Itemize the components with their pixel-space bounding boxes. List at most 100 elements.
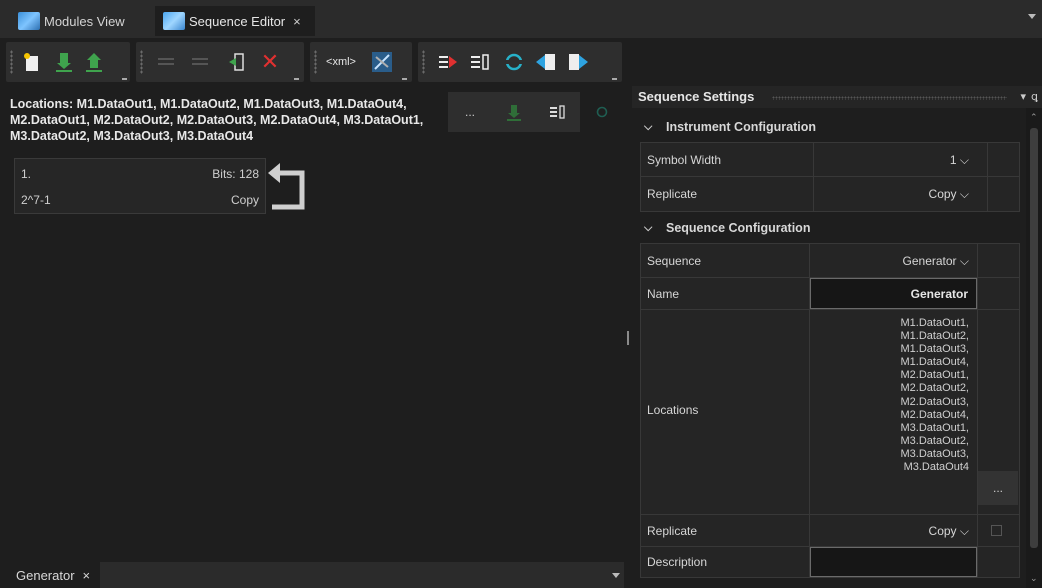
bottom-tab-dropdown-icon[interactable] <box>612 573 620 578</box>
replicate-value[interactable]: Copy ⌵ <box>929 187 969 202</box>
sequence-block[interactable]: 1. Bits: 128 2^7-1 Copy <box>14 158 266 214</box>
bottom-tab-bar: Generator × <box>0 562 624 588</box>
replicate-label: Replicate <box>647 524 698 538</box>
sequence-bits: Bits: 128 <box>212 167 259 181</box>
document-tab-bar: Modules View Sequence Editor × <box>0 0 1042 38</box>
save-button[interactable] <box>82 50 106 74</box>
import-button[interactable] <box>534 50 558 74</box>
row-replicate-seq: Replicate Copy ⌵ <box>641 515 1019 547</box>
chevron-down-icon: ⌵ <box>959 254 969 268</box>
insert-icon <box>229 53 244 71</box>
tools-icon <box>372 52 392 72</box>
modules-icon <box>18 12 40 30</box>
sequence-configuration-section[interactable]: ⌵ Sequence Configuration <box>640 215 1020 241</box>
row-description: Description <box>641 547 1019 577</box>
pin-icon[interactable]: ꝗ <box>1031 90 1038 103</box>
name-input[interactable]: Generator <box>810 278 977 309</box>
toolbar-group-edit: ✕ <box>136 42 304 82</box>
panel-header: Sequence Settings ▾ ꝗ <box>632 86 1042 108</box>
import-icon <box>536 54 555 70</box>
ellipsis-label: ... <box>992 481 1003 495</box>
panel-grip[interactable] <box>772 96 1007 100</box>
name-input-value: Generator <box>910 287 968 301</box>
delete-button[interactable]: ✕ <box>258 49 282 74</box>
panel-menu-icon[interactable]: ▾ <box>1020 90 1026 103</box>
align-right-button[interactable] <box>188 50 212 74</box>
load-block-button[interactable] <box>492 92 536 132</box>
loop-arrow-icon <box>268 163 305 210</box>
replicate-label: Replicate <box>647 187 698 201</box>
new-file-icon <box>24 53 38 71</box>
close-icon[interactable]: × <box>293 14 301 29</box>
chevron-down-icon: ⌵ <box>644 120 653 133</box>
chevron-down-icon: ⌵ <box>644 221 653 234</box>
sequence-block-details: 2^7-1 Copy <box>21 190 259 210</box>
xml-button[interactable]: <xml> <box>322 50 360 74</box>
toolbar-overflow-icon[interactable] <box>294 78 299 80</box>
list-bracket-button[interactable] <box>468 50 492 74</box>
align-left-button[interactable] <box>154 50 178 74</box>
new-sequence-button[interactable] <box>20 50 44 74</box>
insert-button[interactable] <box>224 50 248 74</box>
replicate-select[interactable]: Copy ⌵ <box>929 524 969 539</box>
description-input[interactable] <box>810 547 977 577</box>
locations-label: Locations <box>647 403 699 417</box>
locations-list[interactable]: M1.DataOut1, M1.DataOut2, M1.DataOut3, M… <box>901 317 969 474</box>
sequence-mode: Copy <box>230 193 259 207</box>
scroll-up-icon[interactable]: ⌃ <box>1030 112 1038 123</box>
chevron-down-icon: ⌵ <box>959 524 969 538</box>
tab-sequence-editor[interactable]: Sequence Editor × <box>155 6 315 36</box>
toolbar-overflow-icon[interactable] <box>122 78 127 80</box>
load-button[interactable] <box>52 50 76 74</box>
lines-icon <box>158 58 174 65</box>
tab-modules-view[interactable]: Modules View <box>10 6 145 36</box>
splitter-handle[interactable] <box>627 331 629 345</box>
toolbar-group-actions <box>418 42 622 82</box>
sequence-pattern: 2^7-1 <box>21 193 51 207</box>
toolbar-grip[interactable] <box>140 50 143 74</box>
description-label: Description <box>647 555 708 569</box>
scroll-down-icon[interactable]: ⌄ <box>1030 573 1038 584</box>
more-options-button[interactable]: ... <box>448 92 492 132</box>
upload-icon <box>86 53 102 72</box>
toolbar-grip[interactable] <box>422 50 425 74</box>
toolbar: ✕ <xml> <box>0 38 1042 86</box>
instrument-grid: Symbol Width 1 ⌵ Replicate Copy ⌵ <box>640 142 1020 212</box>
ellipsis-label: ... <box>464 105 475 119</box>
scrollbar-thumb[interactable] <box>1030 128 1038 548</box>
tab-generator[interactable]: Generator × <box>0 562 100 588</box>
tab-list-dropdown-icon[interactable] <box>1028 14 1036 19</box>
list-bracket-block-button[interactable] <box>536 92 580 132</box>
tools-button[interactable] <box>370 50 394 74</box>
sequence-select[interactable]: Generator ⌵ <box>903 254 969 269</box>
download-icon <box>507 105 521 121</box>
panel-scrollbar[interactable]: ⌃ ⌄ <box>1026 108 1042 588</box>
list-bracket-icon <box>550 105 565 119</box>
sequence-canvas: Locations: M1.DataOut1, M1.DataOut2, M1.… <box>0 86 624 588</box>
lines-icon <box>192 58 208 65</box>
sequence-grid: Sequence Generator ⌵ Name Generator Loca… <box>640 243 1020 578</box>
refresh-block-button[interactable] <box>580 92 624 132</box>
name-label: Name <box>647 287 680 301</box>
chevron-down-icon: ⌵ <box>959 187 969 201</box>
toolbar-group-file <box>6 42 130 82</box>
toolbar-grip[interactable] <box>10 50 13 74</box>
sequence-index: 1. <box>21 167 32 181</box>
instrument-configuration-section[interactable]: ⌵ Instrument Configuration <box>640 114 1020 140</box>
replicate-checkbox[interactable] <box>991 525 1002 536</box>
toolbar-overflow-icon[interactable] <box>402 78 407 80</box>
sequence-editor-icon <box>163 12 185 30</box>
list-next-button[interactable] <box>436 50 460 74</box>
list-bracket-icon <box>471 54 489 70</box>
chevron-down-icon: ⌵ <box>959 153 969 167</box>
toolbar-overflow-icon[interactable] <box>612 78 617 80</box>
pane-splitter[interactable] <box>624 86 632 588</box>
close-icon[interactable]: × <box>83 568 91 583</box>
delete-x-icon: ✕ <box>260 49 280 74</box>
refresh-button[interactable] <box>502 50 526 74</box>
toolbar-grip[interactable] <box>314 50 317 74</box>
edit-locations-button[interactable]: ... <box>978 471 1018 505</box>
export-button[interactable] <box>566 50 590 74</box>
symbol-width-value[interactable]: 1 ⌵ <box>950 153 969 168</box>
list-arrow-icon <box>439 56 457 68</box>
